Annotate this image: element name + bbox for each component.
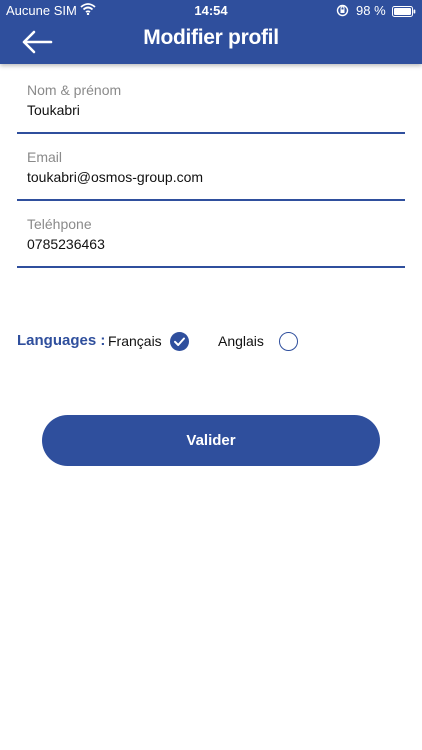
orientation-lock-icon — [336, 4, 349, 20]
battery-icon — [392, 5, 416, 20]
battery-percentage: 98 % — [356, 3, 386, 18]
phone-label: Teléhpone — [27, 216, 92, 232]
language-label: Languages : — [17, 332, 106, 349]
name-input[interactable] — [27, 102, 387, 118]
email-input[interactable] — [27, 169, 387, 185]
name-field[interactable]: Nom & prénom — [17, 82, 405, 134]
phone-field[interactable]: Teléhpone — [17, 216, 405, 268]
phone-input[interactable] — [27, 236, 387, 252]
name-label: Nom & prénom — [27, 82, 122, 98]
language-radio-anglais[interactable] — [279, 332, 298, 351]
submit-button[interactable]: Valider — [42, 415, 380, 466]
page-title: Modifier profil — [143, 26, 279, 49]
app-header: Aucune SIM 14:54 98 % Modifier profil — [0, 0, 422, 64]
checkmark-icon — [174, 337, 185, 346]
language-selector: Languages : Français Anglais — [17, 330, 405, 358]
language-option-anglais-label[interactable]: Anglais — [218, 333, 264, 349]
status-bar: Aucune SIM 14:54 98 % — [0, 0, 422, 22]
email-field[interactable]: Email — [17, 149, 405, 201]
email-label: Email — [27, 149, 63, 165]
language-option-francais-label[interactable]: Français — [108, 333, 162, 349]
language-radio-francais[interactable] — [170, 332, 189, 351]
